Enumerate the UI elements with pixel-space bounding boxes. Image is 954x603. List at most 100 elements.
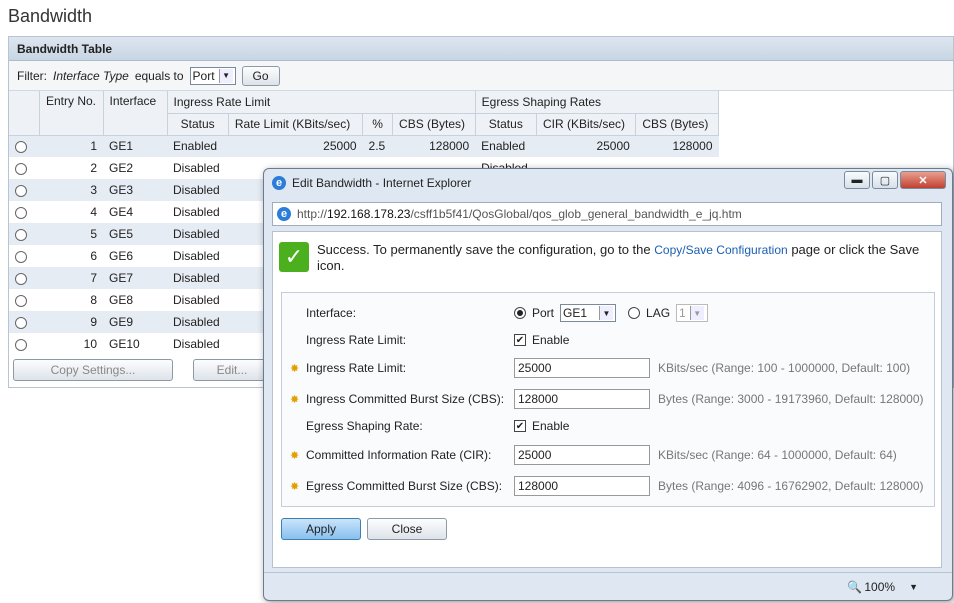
port-radio[interactable] xyxy=(514,307,526,319)
port-label: Port xyxy=(532,306,555,320)
egress-enable-label: Enable xyxy=(532,419,570,433)
required-icon: ✸ xyxy=(290,393,300,406)
row-select-radio[interactable] xyxy=(15,338,27,351)
go-button[interactable]: Go xyxy=(241,65,280,86)
row-select-radio[interactable] xyxy=(15,141,27,154)
cell-entry: 2 xyxy=(90,161,97,175)
chevron-down-icon: ▼ xyxy=(599,306,614,320)
ingress-cbs-input[interactable]: 128000 xyxy=(514,389,650,409)
row-select-radio[interactable] xyxy=(15,250,27,263)
zoom-level[interactable]: 100% xyxy=(864,580,895,594)
filter-type-select[interactable]: Port ▼ xyxy=(189,66,236,85)
egress-cbs-label: Egress Committed Burst Size (CBS): xyxy=(306,479,503,493)
address-bar[interactable]: e http://192.168.178.23/csff1b5f41/QosGl… xyxy=(272,202,942,226)
egress-cbs-row: ✸ Egress Committed Burst Size (CBS): 128… xyxy=(282,475,934,497)
interface-col-header: Interface xyxy=(103,91,168,136)
zoom-icon: 🔍 xyxy=(847,579,863,594)
entry-col-header: Entry No. xyxy=(39,91,104,136)
row-select-radio[interactable] xyxy=(15,272,27,285)
filter-label: Filter: xyxy=(17,68,47,83)
ingress-cbs-hint: Bytes (Range: 3000 - 19173960, Default: … xyxy=(658,392,924,406)
status-bar: 🔍 100% ▼ xyxy=(264,572,952,600)
status-col-header: Status xyxy=(167,113,229,136)
ingress-rate-hint: KBits/sec (Range: 100 - 1000000, Default… xyxy=(658,361,911,375)
ingress-rate-label: Ingress Rate Limit: xyxy=(306,361,407,375)
row-select-cell xyxy=(9,135,39,157)
apply-button[interactable]: Apply xyxy=(281,518,361,540)
cell-iface: GE6 xyxy=(109,249,134,263)
row-select-radio[interactable] xyxy=(15,316,27,329)
chevron-down-icon[interactable]: ▼ xyxy=(909,582,918,592)
url-host: 192.168.178.23 xyxy=(327,207,411,221)
row-select-cell xyxy=(9,289,39,311)
cell-entry: 3 xyxy=(39,179,103,201)
filter-bar: Filter: Interface Type equals to Port ▼ G… xyxy=(9,61,953,91)
window-close-button[interactable]: ✕ xyxy=(900,171,946,189)
filter-op: equals to xyxy=(134,68,184,83)
bandwidth-form: Interface: Port GE1 ▼ LAG 1 ▼ Ingress Rate… xyxy=(281,292,935,507)
ingress-enable-label: Enable xyxy=(532,333,570,347)
cell-status: Enabled xyxy=(167,135,229,157)
ie-page-icon: e xyxy=(277,207,291,221)
filter-value: Port xyxy=(192,68,215,83)
window-controls: ▬ ▢ ✕ xyxy=(842,171,946,189)
required-icon: ✸ xyxy=(290,449,300,462)
cell-entry: 10 xyxy=(83,337,97,351)
row-select-radio[interactable] xyxy=(15,228,27,241)
row-select-cell xyxy=(9,333,39,355)
ingress-enable-checkbox[interactable]: ✔ xyxy=(514,334,526,346)
required-icon: ✸ xyxy=(290,480,300,493)
url-path: /csff1b5f41/QosGlobal/qos_glob_general_b… xyxy=(410,207,742,221)
cell-entry: 6 xyxy=(90,249,97,263)
row-select-radio[interactable] xyxy=(15,294,27,307)
egress-enable-checkbox[interactable]: ✔ xyxy=(514,420,526,432)
copy-settings-button[interactable]: Copy Settings... xyxy=(13,359,173,381)
row-select-cell xyxy=(9,311,39,333)
ingress-rate-row: ✸ Ingress Rate Limit: 25000 KBits/sec (R… xyxy=(282,357,934,379)
dialog-actions: Apply Close xyxy=(281,518,447,540)
maximize-button[interactable]: ▢ xyxy=(872,171,898,189)
cir-row: ✸ Committed Information Rate (CIR): 2500… xyxy=(282,444,934,466)
cir-input[interactable]: 25000 xyxy=(514,445,650,465)
minimize-button[interactable]: ▬ xyxy=(844,171,870,189)
row-select-radio[interactable] xyxy=(15,162,27,175)
cell-status: Disabled xyxy=(173,337,220,351)
chevron-down-icon: ▼ xyxy=(689,306,704,320)
interface-row: Interface: Port GE1 ▼ LAG 1 ▼ xyxy=(282,302,934,324)
table-row[interactable]: 1 GE1 Enabled 25000 2.5 128000 Enabled 25000 128… xyxy=(9,135,719,157)
lag-radio[interactable] xyxy=(628,307,641,319)
close-button[interactable]: Close xyxy=(367,518,447,540)
dialog-body: ✓ Success. To permanently save the confi… xyxy=(272,231,942,568)
lag-select[interactable]: 1 ▼ xyxy=(676,304,709,322)
cell-iface: GE2 xyxy=(109,161,134,175)
row-select-radio[interactable] xyxy=(15,206,27,219)
port-select[interactable]: GE1 ▼ xyxy=(560,304,617,322)
row-select-cell xyxy=(9,267,39,289)
select-col-header xyxy=(9,91,40,136)
interface-label: Interface: xyxy=(306,306,357,320)
rate-col-header: Rate Limit (KBits/sec) xyxy=(228,113,364,136)
row-select-cell xyxy=(9,201,39,223)
lag-value: 1 xyxy=(679,306,686,320)
cell-status: Disabled xyxy=(173,161,220,175)
cell-cbs: 128000 xyxy=(392,135,476,157)
ingress-rate-input[interactable]: 25000 xyxy=(514,358,650,378)
ingress-toggle-row: Ingress Rate Limit: ✔ Enable xyxy=(282,329,934,351)
required-icon: ✸ xyxy=(290,362,300,375)
cell-rate: 25000 xyxy=(228,135,363,157)
cell-iface: GE8 xyxy=(109,293,134,307)
row-select-radio[interactable] xyxy=(15,184,27,197)
success-check-icon: ✓ xyxy=(279,242,309,272)
egress-cbs-input[interactable]: 128000 xyxy=(514,476,650,496)
panel-header: Bandwidth Table xyxy=(9,37,953,61)
copy-save-config-link[interactable]: Copy/Save Configuration xyxy=(654,243,787,257)
cell-pct: 2.5 xyxy=(362,135,393,157)
cell-entry: 1 xyxy=(39,135,103,157)
ingress-group-header: Ingress Rate Limit xyxy=(167,91,476,114)
cell-entry: 8 xyxy=(90,293,97,307)
ingress-cbs-row: ✸ Ingress Committed Burst Size (CBS): 12… xyxy=(282,388,934,410)
edit-button[interactable]: Edit... xyxy=(193,359,271,381)
cir-hint: KBits/sec (Range: 64 - 1000000, Default:… xyxy=(658,448,897,462)
cell-estatus: Enabled xyxy=(475,135,537,157)
success-message: ✓ Success. To permanently save the confi… xyxy=(279,242,934,274)
